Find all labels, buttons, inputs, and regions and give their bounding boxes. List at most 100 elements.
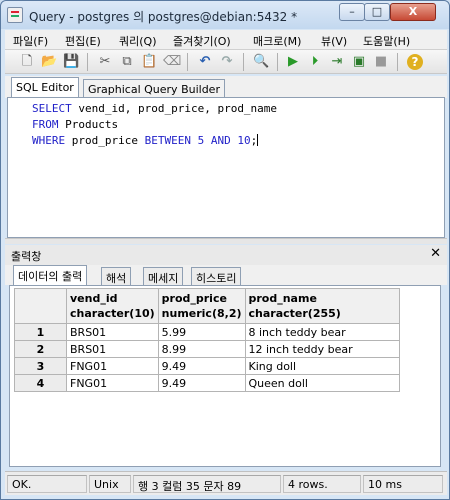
output-tab-strip: 데이터의 출력 해석 메세지 히스토리 — [5, 265, 447, 285]
column-type: numeric(8,2) — [161, 307, 242, 320]
menu-edit[interactable]: 편집(E) — [65, 33, 101, 49]
column-name: vend_id — [70, 292, 118, 305]
tab-history[interactable]: 히스토리 — [191, 267, 242, 285]
copy-icon[interactable]: ⧉ — [119, 54, 135, 70]
menu-favourites[interactable]: 즐겨찾기(O) — [173, 33, 231, 49]
sql-number: 5 — [197, 134, 205, 147]
paste-icon[interactable]: 📋 — [141, 54, 157, 70]
menu-query[interactable]: 쿼리(Q) — [119, 33, 156, 49]
header-row: vend_id character(10) prod_price numeric(8… — [14, 288, 400, 324]
open-folder-icon[interactable]: 📂 — [41, 54, 57, 70]
pane-splitter[interactable] — [5, 238, 447, 244]
window-title: Query - postgres 의 postgres@debian:5432 … — [29, 10, 298, 24]
toolbar: 🗋 📂 💾 ✂ ⧉ 📋 ⌫ ↶ ↷ 🔍 ▶ ⏵ ⇥ ▣ ■ ? — [5, 50, 447, 74]
tab-data-output[interactable]: 데이터의 출력 — [13, 265, 88, 285]
table-cell[interactable]: 9.49 — [157, 357, 246, 375]
status-exec-time: 10 ms — [363, 475, 443, 493]
tab-explain[interactable]: 해석 — [101, 267, 132, 285]
sql-number: 10 — [237, 134, 251, 147]
sql-text: ; — [250, 134, 258, 147]
column-type: character(10) — [70, 307, 155, 320]
table-cell[interactable]: King doll — [244, 357, 400, 375]
toolbar-separator — [277, 53, 278, 71]
table-cell[interactable]: BRS01 — [66, 340, 159, 358]
title-bar[interactable]: Query - postgres 의 postgres@debian:5432 … — [1, 1, 449, 29]
row-number[interactable]: 1 — [14, 323, 67, 341]
execute-to-file-icon[interactable]: ⇥ — [329, 54, 345, 70]
stop-icon[interactable]: ■ — [373, 54, 389, 70]
table-row[interactable]: 1 BRS01 5.99 8 inch teddy bear — [14, 323, 400, 341]
toolbar-separator — [397, 53, 398, 71]
column-type: character(255) — [248, 307, 341, 320]
column-header-prod-price[interactable]: prod_price numeric(8,2) — [157, 288, 246, 324]
table-cell[interactable]: 9.49 — [157, 374, 246, 392]
toolbar-separator — [87, 53, 88, 71]
row-number[interactable]: 2 — [14, 340, 67, 358]
help-icon[interactable]: ? — [407, 54, 423, 70]
status-row-count: 4 rows. — [283, 475, 361, 493]
explain-icon[interactable]: ⏵ — [307, 54, 323, 70]
close-button[interactable]: X — [390, 3, 436, 21]
row-number[interactable]: 4 — [14, 374, 67, 392]
clear-icon[interactable]: ⌫ — [163, 54, 181, 70]
table-row[interactable]: 2 BRS01 8.99 12 inch teddy bear — [14, 340, 400, 358]
table-cell[interactable]: Queen doll — [244, 374, 400, 392]
sql-text: vend_id, prod_price, prod_name — [71, 102, 278, 115]
sql-keyword: WHERE — [32, 134, 66, 147]
sql-keyword: FROM — [32, 118, 59, 131]
menu-view[interactable]: 뷰(V) — [321, 33, 347, 49]
output-pane-header: 출력창 ✕ — [5, 245, 447, 265]
tab-sql-editor[interactable]: SQL Editor — [11, 77, 79, 98]
table-cell[interactable]: 8 inch teddy bear — [244, 323, 400, 341]
status-state: OK. — [7, 475, 87, 493]
table-cell[interactable]: 12 inch teddy bear — [244, 340, 400, 358]
execute-icon[interactable]: ▶ — [285, 54, 301, 70]
maximize-button[interactable]: □ — [364, 3, 390, 21]
table-cell[interactable]: FNG01 — [66, 357, 159, 375]
tab-graphical-query-builder[interactable]: Graphical Query Builder — [83, 79, 225, 98]
close-icon[interactable]: ✕ — [430, 246, 441, 261]
editor-tab-strip: SQL Editor Graphical Query Builder — [5, 76, 447, 98]
table-row[interactable]: 3 FNG01 9.49 King doll — [14, 357, 400, 375]
tab-messages[interactable]: 메세지 — [143, 267, 184, 285]
sql-editor[interactable]: SELECT vend_id, prod_price, prod_name FR… — [7, 97, 445, 238]
column-name: prod_price — [161, 292, 227, 305]
toolbar-separator — [243, 53, 244, 71]
sql-line-3: WHERE prod_price BETWEEN 5 AND 10; — [32, 134, 259, 147]
sql-keyword: SELECT — [32, 102, 72, 115]
column-name: prod_name — [248, 292, 317, 305]
sql-keyword: AND — [210, 134, 231, 147]
status-cursor-position: 행 3 컬럼 35 문자 89 — [133, 475, 281, 493]
text-caret — [257, 134, 259, 146]
cut-icon[interactable]: ✂ — [97, 54, 113, 70]
redo-icon[interactable]: ↷ — [219, 54, 235, 70]
new-file-icon[interactable]: 🗋 — [19, 54, 35, 70]
table-cell[interactable]: 8.99 — [157, 340, 246, 358]
app-icon — [7, 7, 23, 23]
result-grid[interactable]: vend_id character(10) prod_price numeric(8… — [9, 285, 441, 467]
menu-file[interactable]: 파일(F) — [13, 33, 48, 49]
table-cell[interactable]: BRS01 — [66, 323, 159, 341]
table-cell[interactable]: FNG01 — [66, 374, 159, 392]
minimize-button[interactable]: – — [339, 3, 365, 21]
menu-help[interactable]: 도움말(H) — [363, 33, 410, 49]
query-window: Query - postgres 의 postgres@debian:5432 … — [0, 0, 450, 500]
sql-line-1: SELECT vend_id, prod_price, prod_name — [32, 102, 277, 115]
sql-line-2: FROM Products — [32, 118, 118, 131]
sql-text: prod_price — [65, 134, 145, 147]
status-bar: OK. Unix 행 3 컬럼 35 문자 89 4 rows. 10 ms — [5, 471, 447, 495]
table-cell[interactable]: 5.99 — [157, 323, 246, 341]
menu-macros[interactable]: 매크로(M) — [253, 33, 301, 49]
grid-corner[interactable] — [14, 288, 67, 324]
execute-pgscript-icon[interactable]: ▣ — [351, 54, 367, 70]
row-number[interactable]: 3 — [14, 357, 67, 375]
save-icon[interactable]: 💾 — [63, 54, 79, 70]
sql-text: Products — [58, 118, 119, 131]
column-header-vend-id[interactable]: vend_id character(10) — [66, 288, 159, 324]
undo-icon[interactable]: ↶ — [197, 54, 213, 70]
sql-keyword: BETWEEN — [144, 134, 191, 147]
column-header-prod-name[interactable]: prod_name character(255) — [244, 288, 400, 324]
find-icon[interactable]: 🔍 — [253, 54, 269, 70]
table-row[interactable]: 4 FNG01 9.49 Queen doll — [14, 374, 400, 392]
output-pane-title: 출력창 — [11, 250, 42, 263]
